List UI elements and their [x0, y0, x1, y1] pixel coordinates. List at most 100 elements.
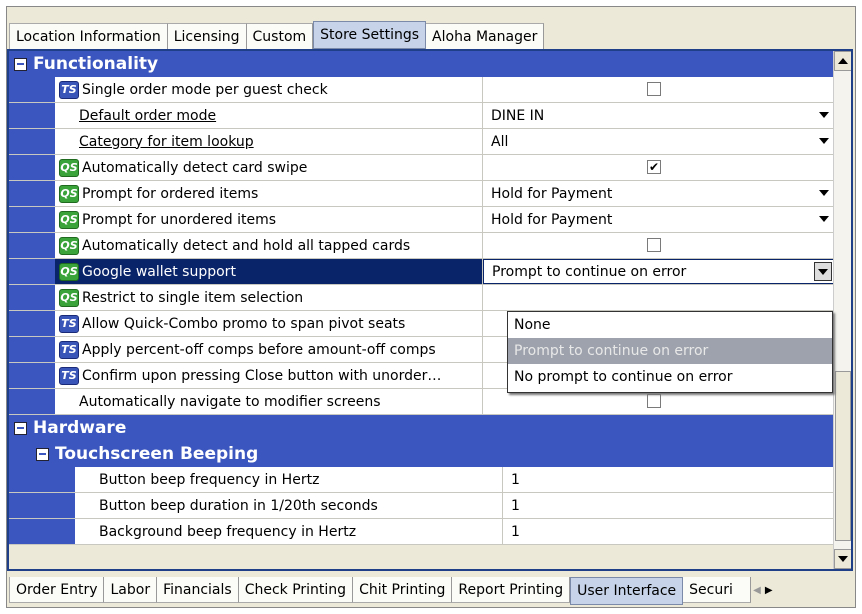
- property-row-category-item-lookup[interactable]: Category for item lookup All: [9, 129, 835, 155]
- property-row-beep-duration[interactable]: Button beep duration in 1/20th seconds 1: [9, 493, 835, 519]
- google-wallet-select[interactable]: Prompt to continue on error: [483, 259, 835, 284]
- tab-store-settings[interactable]: Store Settings: [313, 21, 427, 49]
- vertical-scrollbar[interactable]: [833, 51, 851, 569]
- property-value[interactable]: [483, 77, 835, 102]
- ts-badge-icon: TS: [59, 366, 79, 385]
- scroll-thumb[interactable]: [835, 371, 851, 541]
- row-gutter: [9, 311, 55, 336]
- category-label: Touchscreen Beeping: [55, 444, 259, 464]
- property-name[interactable]: Button beep frequency in Hertz: [75, 467, 503, 492]
- ts-badge-icon: TS: [59, 80, 79, 99]
- category-functionality[interactable]: Functionality: [9, 51, 835, 77]
- property-row-single-order-mode[interactable]: TS Single order mode per guest check: [9, 77, 835, 103]
- property-name[interactable]: QS Prompt for unordered items: [55, 207, 483, 232]
- tab-aloha-manager[interactable]: Aloha Manager: [426, 23, 545, 49]
- category-label: Hardware: [33, 418, 127, 438]
- property-name[interactable]: Default order mode: [55, 103, 483, 128]
- property-value[interactable]: [483, 233, 835, 258]
- property-name[interactable]: Button beep duration in 1/20th seconds: [75, 493, 503, 518]
- tab-order-entry[interactable]: Order Entry: [9, 577, 105, 603]
- checkbox[interactable]: [647, 394, 661, 408]
- property-value[interactable]: 1: [503, 467, 835, 492]
- qs-badge-icon: QS: [59, 236, 79, 255]
- property-name[interactable]: TS Confirm upon pressing Close button wit…: [55, 363, 483, 388]
- dropdown-option-none[interactable]: None: [508, 312, 832, 338]
- property-value[interactable]: DINE IN: [483, 103, 835, 128]
- dropdown-arrow-icon[interactable]: [819, 190, 829, 196]
- property-name[interactable]: Background beep frequency in Hertz: [75, 519, 503, 544]
- property-value[interactable]: Hold for Payment: [483, 207, 835, 232]
- collapse-icon[interactable]: [14, 57, 27, 71]
- property-row-hold-tapped-cards[interactable]: QS Automatically detect and hold all tapp…: [9, 233, 835, 259]
- ts-badge-icon: TS: [59, 340, 79, 359]
- row-gutter: [9, 181, 55, 206]
- dropdown-option-no-prompt[interactable]: No prompt to continue on error: [508, 364, 832, 390]
- category-label: Functionality: [33, 54, 159, 74]
- property-value[interactable]: 1: [503, 493, 835, 518]
- property-name[interactable]: Category for item lookup: [55, 129, 483, 154]
- row-gutter: [9, 129, 55, 154]
- checkbox[interactable]: [647, 82, 661, 96]
- property-name[interactable]: QS Restrict to single item selection: [55, 285, 483, 310]
- category-touchscreen-beeping[interactable]: Touchscreen Beeping: [9, 441, 835, 467]
- tab-location-information[interactable]: Location Information: [9, 23, 168, 49]
- property-name[interactable]: TS Single order mode per guest check: [55, 77, 483, 102]
- property-name[interactable]: QS Automatically detect and hold all tapp…: [55, 233, 483, 258]
- row-gutter: [9, 363, 55, 388]
- row-gutter: [9, 493, 75, 518]
- tab-labor[interactable]: Labor: [104, 577, 158, 603]
- property-row-restrict-single-item[interactable]: QS Restrict to single item selection: [9, 285, 835, 311]
- property-name[interactable]: QS Google wallet support: [55, 259, 483, 284]
- checkbox-checked[interactable]: ✔: [647, 160, 661, 174]
- property-value[interactable]: [483, 285, 835, 310]
- row-gutter: [9, 519, 75, 544]
- row-gutter: [9, 155, 55, 180]
- collapse-icon[interactable]: [14, 421, 27, 435]
- qs-badge-icon: QS: [59, 210, 79, 229]
- dropdown-arrow-icon[interactable]: [819, 216, 829, 222]
- tab-security[interactable]: Securi: [683, 577, 752, 603]
- row-gutter: [9, 77, 55, 102]
- property-row-default-order-mode[interactable]: Default order mode DINE IN: [9, 103, 835, 129]
- scroll-down-icon[interactable]: [834, 549, 851, 569]
- collapse-icon[interactable]: [36, 447, 49, 461]
- tab-report-printing[interactable]: Report Printing: [452, 577, 571, 603]
- tab-custom[interactable]: Custom: [246, 23, 314, 49]
- tab-check-printing[interactable]: Check Printing: [238, 577, 354, 603]
- property-row-beep-frequency[interactable]: Button beep frequency in Hertz 1: [9, 467, 835, 493]
- tab-chit-printing[interactable]: Chit Printing: [353, 577, 453, 603]
- property-row-background-beep-frequency[interactable]: Background beep frequency in Hertz 1: [9, 519, 835, 545]
- property-name[interactable]: TS Allow Quick-Combo promo to span pivot …: [55, 311, 483, 336]
- property-row-prompt-ordered-items[interactable]: QS Prompt for ordered items Hold for Paym…: [9, 181, 835, 207]
- property-row-google-wallet[interactable]: QS Google wallet support Prompt to contin…: [9, 259, 835, 285]
- checkbox[interactable]: [647, 238, 661, 252]
- property-value[interactable]: Hold for Payment: [483, 181, 835, 206]
- property-value[interactable]: ✔: [483, 155, 835, 180]
- tab-user-interface[interactable]: User Interface: [570, 577, 684, 605]
- property-name[interactable]: QS Automatically detect card swipe: [55, 155, 483, 180]
- property-row-detect-card-swipe[interactable]: QS Automatically detect card swipe ✔: [9, 155, 835, 181]
- tab-financials[interactable]: Financials: [157, 577, 239, 603]
- dropdown-arrow-icon[interactable]: [819, 138, 829, 144]
- row-gutter: [9, 103, 55, 128]
- tab-scroll-nav: ◀ ▶: [753, 577, 772, 603]
- property-value[interactable]: 1: [503, 519, 835, 544]
- qs-badge-icon: QS: [59, 184, 79, 203]
- dropdown-option-prompt[interactable]: Prompt to continue on error: [508, 338, 832, 364]
- row-gutter: [9, 337, 55, 362]
- top-tab-bar: Location Information Licensing Custom St…: [9, 21, 545, 49]
- category-hardware[interactable]: Hardware: [9, 415, 835, 441]
- property-row-prompt-unordered-items[interactable]: QS Prompt for unordered items Hold for Pa…: [9, 207, 835, 233]
- tab-licensing[interactable]: Licensing: [167, 23, 247, 49]
- google-wallet-dropdown-list: None Prompt to continue on error No prom…: [507, 311, 833, 393]
- property-name[interactable]: QS Prompt for ordered items: [55, 181, 483, 206]
- store-settings-window: Location Information Licensing Custom St…: [6, 6, 856, 608]
- property-name[interactable]: TS Apply percent-off comps before amount-…: [55, 337, 483, 362]
- dropdown-arrow-icon[interactable]: [819, 112, 829, 118]
- property-name[interactable]: Automatically navigate to modifier scree…: [55, 389, 483, 414]
- scroll-up-icon[interactable]: [834, 51, 851, 71]
- property-value[interactable]: All: [483, 129, 835, 154]
- tab-scroll-left-icon[interactable]: ◀: [753, 585, 761, 596]
- tab-scroll-right-icon[interactable]: ▶: [765, 585, 773, 596]
- dropdown-button[interactable]: [814, 262, 832, 281]
